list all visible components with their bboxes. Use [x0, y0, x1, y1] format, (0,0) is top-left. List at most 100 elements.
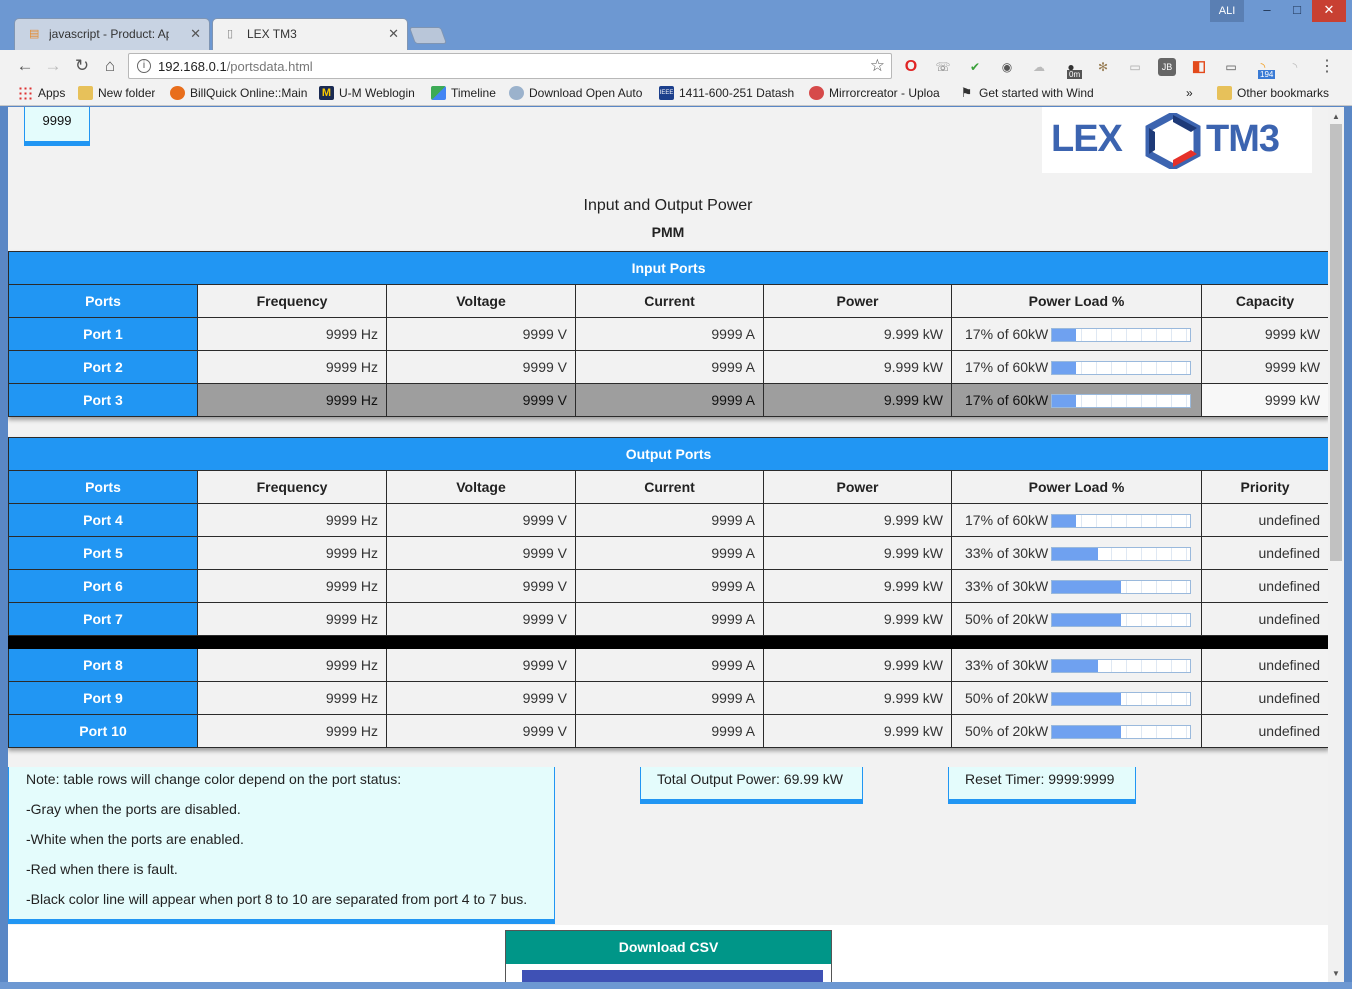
timer-badge: 0m: [1067, 70, 1083, 79]
column-header: Current: [575, 284, 764, 318]
url-text[interactable]: 192.168.0.1/portsdata.html: [158, 59, 313, 74]
minimize-button[interactable]: –: [1252, 0, 1282, 22]
leaf-extension-icon[interactable]: ☁: [1030, 58, 1048, 76]
power-load-cell: 50% of 20kW: [951, 602, 1202, 636]
capacity-cell: 9999 kW: [1200, 317, 1328, 351]
url-host: 192.168.0.1: [158, 59, 227, 74]
other-bookmarks[interactable]: Other bookmarks: [1217, 86, 1329, 100]
column-header: Frequency: [197, 284, 387, 318]
power-load-bar: [1051, 547, 1192, 562]
frequency-cell: 9999 Hz: [197, 681, 387, 715]
vertical-scrollbar[interactable]: ▲ ▼: [1328, 107, 1344, 982]
jb-extension-icon[interactable]: JB: [1158, 58, 1176, 76]
bookmark-ieee[interactable]: IEEE 1411-600-251 Datash: [659, 86, 795, 100]
bookmarks-overflow-button[interactable]: »: [1186, 86, 1193, 100]
power-cell: 9.999 kW: [763, 383, 952, 417]
reload-button[interactable]: ↻: [71, 55, 93, 77]
power-load-fill: [1052, 548, 1098, 561]
stackoverflow-icon: ▤: [29, 28, 40, 40]
atom-extension-icon[interactable]: ✻: [1094, 58, 1112, 76]
power-load-text: 50% of 20kW: [965, 610, 1049, 627]
power-cell: 9.999 kW: [763, 536, 952, 570]
profile-button[interactable]: ALI: [1210, 0, 1244, 22]
voltage-cell: 9999 V: [386, 648, 576, 682]
home-button[interactable]: ⌂: [99, 55, 121, 77]
bookmarks-bar: Apps New folder BillQuick Online::Main M…: [0, 82, 1352, 106]
forward-button[interactable]: →: [42, 55, 64, 77]
power-load-text: 17% of 60kW: [965, 358, 1049, 375]
check-extension-icon[interactable]: ✔: [966, 58, 984, 76]
port-cell: Port 1: [8, 317, 198, 351]
feed-icon[interactable]: ◝: [1286, 58, 1304, 76]
bookmark-new-folder[interactable]: New folder: [78, 86, 155, 100]
port-cell: Port 8: [8, 648, 198, 682]
column-header: Frequency: [197, 470, 387, 504]
table-row: Port 3 9999 Hz 9999 V 9999 A 9.999 kW 17…: [8, 383, 1328, 417]
column-header: Voltage: [386, 470, 576, 504]
bookmark-apps[interactable]: Apps: [18, 86, 65, 100]
bookmark-label: Download Open Auto: [529, 86, 643, 100]
note-line: -White when the ports are enabled.: [26, 831, 244, 847]
power-cell: 9.999 kW: [763, 602, 952, 636]
maximize-button[interactable]: □: [1282, 0, 1312, 22]
new-tab-button[interactable]: [408, 27, 448, 44]
bookmark-billquick[interactable]: BillQuick Online::Main: [170, 86, 307, 100]
column-header: Ports: [8, 284, 198, 318]
port-cell: Port 4: [8, 503, 198, 537]
scroll-down-icon[interactable]: ▼: [1328, 968, 1344, 980]
frequency-cell: 9999 Hz: [197, 383, 387, 417]
scroll-up-icon[interactable]: ▲: [1328, 111, 1344, 123]
current-cell: 9999 A: [575, 648, 764, 682]
bookmark-windows[interactable]: ⚑ Get started with Wind: [959, 86, 1097, 100]
logo-hexagon-icon: [1145, 113, 1201, 169]
note-line: -Black color line will appear when port …: [26, 891, 528, 907]
power-cell: 9.999 kW: [763, 317, 952, 351]
close-window-button[interactable]: ✕: [1312, 0, 1346, 22]
priority-cell: undefined: [1200, 569, 1328, 603]
tab-javascript[interactable]: ▤ javascript - Product: Apta ✕: [14, 18, 210, 50]
bookmark-label: Get started with Wind: [979, 86, 1094, 100]
tab-close-icon[interactable]: ✕: [190, 26, 201, 42]
capacity-cell: 9999 kW: [1200, 383, 1328, 417]
scrollbar-thumb[interactable]: [1330, 124, 1342, 561]
current-cell: 9999 A: [575, 714, 764, 748]
bookmark-umich[interactable]: M U-M Weblogin: [319, 86, 415, 100]
globe-extension-icon[interactable]: ◉: [998, 58, 1016, 76]
column-header: Power Load %: [951, 470, 1202, 504]
bookmark-download-open-auto[interactable]: Download Open Auto: [509, 86, 647, 100]
top-value-box: 9999: [24, 107, 90, 146]
power-load-fill: [1052, 660, 1098, 673]
voltage-cell: 9999 V: [386, 569, 576, 603]
port-cell: Port 5: [8, 536, 198, 570]
page-title: Input and Output Power: [583, 197, 753, 214]
column-header: Current: [575, 470, 764, 504]
back-button[interactable]: ←: [14, 55, 36, 77]
tab-close-icon[interactable]: ✕: [388, 26, 399, 42]
address-bar[interactable]: i 192.168.0.1/portsdata.html ☆: [128, 53, 892, 79]
table-row: Port 8 9999 Hz 9999 V 9999 A 9.999 kW 33…: [8, 648, 1328, 682]
download-csv-button[interactable]: Download CSV: [506, 931, 831, 964]
bookmark-star-icon[interactable]: ☆: [870, 56, 885, 76]
tab-label: LEX TM3: [247, 27, 297, 41]
voltage-cell: 9999 V: [386, 317, 576, 351]
chat-extension-icon[interactable]: ☏: [934, 58, 952, 76]
chrome-menu-icon[interactable]: ⋮: [1318, 58, 1336, 76]
cast-icon[interactable]: ▭: [1222, 58, 1240, 76]
note-line: -Gray when the ports are disabled.: [26, 801, 241, 817]
table-row: Port 9 9999 Hz 9999 V 9999 A 9.999 kW 50…: [8, 681, 1328, 715]
info-icon[interactable]: i: [137, 59, 151, 73]
window-extension-icon[interactable]: ▭: [1126, 58, 1144, 76]
power-load-text: 17% of 60kW: [965, 391, 1049, 408]
download-icon: [509, 86, 524, 100]
frequency-cell: 9999 Hz: [197, 503, 387, 537]
bookmark-timeline[interactable]: Timeline: [431, 86, 496, 100]
office-icon[interactable]: ◧: [1190, 58, 1208, 76]
column-header: Priority: [1200, 470, 1328, 504]
opera-icon[interactable]: O: [902, 58, 920, 76]
tab-lex-tm3[interactable]: ▯ LEX TM3 ✕: [212, 18, 408, 50]
voltage-cell: 9999 V: [386, 536, 576, 570]
bookmark-mirrorcreator[interactable]: Mirrorcreator - Uploa: [809, 86, 946, 100]
port-cell: Port 6: [8, 569, 198, 603]
tab-label: javascript - Product: Apta: [49, 27, 169, 41]
port-cell: Port 9: [8, 681, 198, 715]
